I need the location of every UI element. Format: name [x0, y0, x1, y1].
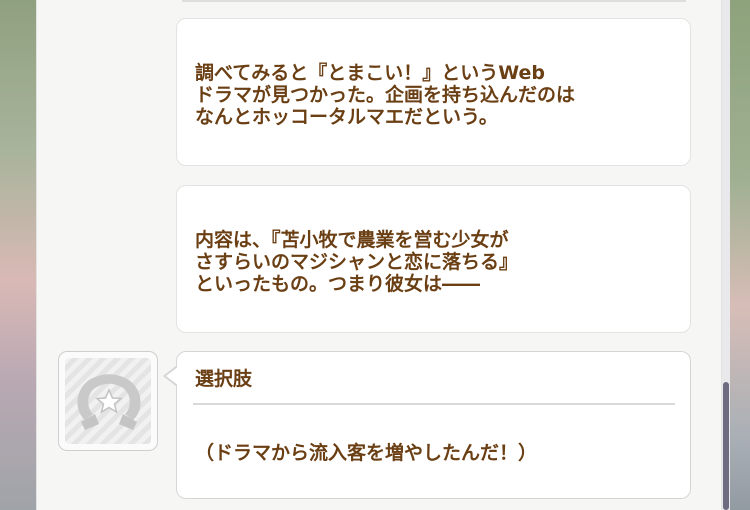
message-line: ドラマが見つかった。企画を持ち込んだのは [195, 84, 576, 106]
horseshoe-star-placeholder-icon [77, 374, 141, 430]
background-left [0, 0, 36, 510]
message-text: 内容は、『苫小牧で農業を営む少女が さすらいのマジシャンと恋に落ちる』 といった… [195, 229, 518, 295]
previous-bubble-edge [182, 0, 686, 2]
message-text: 調べてみると『とまこい！』というWeb ドラマが見つかった。企画を持ち込んだのは… [195, 62, 575, 128]
choice-title: 選択肢 [195, 368, 253, 390]
message-bubble: 調べてみると『とまこい！』というWeb ドラマが見つかった。企画を持ち込んだのは… [176, 18, 691, 166]
avatar [58, 351, 158, 451]
choice-divider [193, 403, 675, 405]
choice-box: 選択肢 （ドラマから流入客を増やしたんだ！） [176, 351, 691, 499]
scrollbar-thumb[interactable] [723, 382, 729, 510]
message-line: といったもの。つまり彼女は―― [195, 273, 481, 295]
choice-option-button[interactable]: （ドラマから流入客を増やしたんだ！） [195, 441, 537, 465]
message-line: なんとホッコータルマエだという。 [195, 106, 498, 128]
message-line: さすらいのマジシャンと恋に落ちる』 [195, 251, 519, 273]
choice-bubble-tail-fill [166, 367, 178, 385]
message-line: 内容は、『苫小牧で農業を営む少女が [195, 229, 509, 251]
message-line: 調べてみると『とまこい！』というWeb [195, 62, 546, 84]
message-bubble: 内容は、『苫小牧で農業を営む少女が さすらいのマジシャンと恋に落ちる』 といった… [176, 185, 691, 333]
